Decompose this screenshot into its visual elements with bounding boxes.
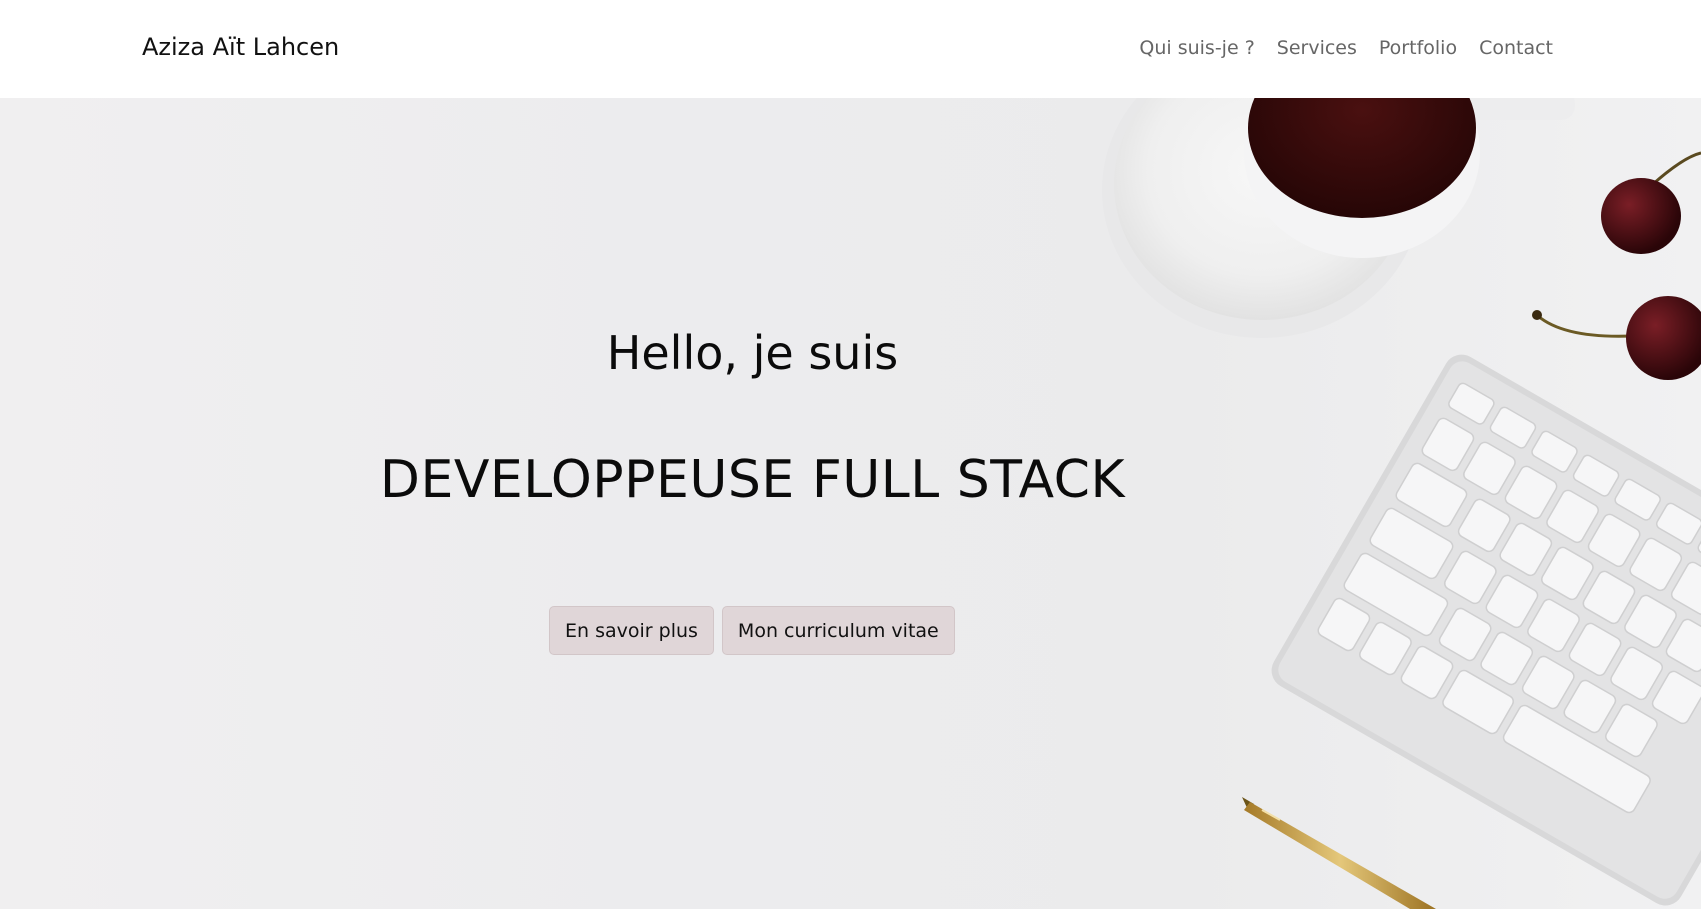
hero-section: Hello, je suis DEVELOPPEUSE FULL STACK E… [0, 98, 1701, 909]
nav-link-contact[interactable]: Contact [1479, 37, 1553, 59]
learn-more-button[interactable]: En savoir plus [549, 606, 714, 655]
resume-button[interactable]: Mon curriculum vitae [721, 606, 955, 655]
hero-greeting: Hello, je suis [606, 326, 899, 380]
nav-link-services[interactable]: Services [1277, 37, 1357, 59]
hero-buttons: En savoir plus Mon curriculum vitae [549, 606, 955, 655]
nav-menu: Qui suis-je ? Services Portfolio Contact [1139, 37, 1553, 59]
nav-link-portfolio[interactable]: Portfolio [1379, 37, 1457, 59]
navbar: Aziza Aït Lahcen Qui suis-je ? Services … [0, 0, 1701, 98]
nav-link-qui-suis-je[interactable]: Qui suis-je ? [1139, 37, 1254, 59]
keyboard-icon [1271, 354, 1701, 906]
pen-icon [1242, 797, 1436, 909]
cherries-icon [1532, 151, 1701, 380]
hero-title: DEVELOPPEUSE FULL STACK [379, 450, 1126, 510]
brand-link[interactable]: Aziza Aït Lahcen [142, 33, 339, 61]
coffee-cup-icon [1102, 98, 1575, 338]
